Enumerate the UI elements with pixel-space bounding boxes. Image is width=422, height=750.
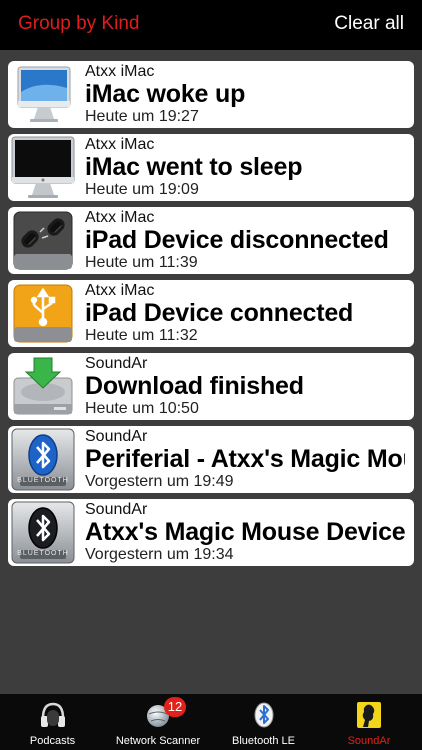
notification-time: Heute um 19:27 (85, 108, 199, 125)
tab-network-scanner[interactable]: 12 Network Scanner (105, 694, 211, 750)
tab-label: SoundAr (347, 735, 391, 747)
icon-caption: BLUETOOTH (17, 477, 69, 484)
notification-time: Heute um 10:50 (85, 400, 199, 417)
notification-item[interactable]: BLUETOOTH SoundAr Periferial - Atxx's Ma… (8, 426, 414, 493)
notification-item[interactable]: Atxx iMac iMac woke up Heute um 19:27 (8, 61, 414, 128)
notification-source: SoundAr (85, 428, 148, 445)
notification-item[interactable]: Atxx iMac iPad Device disconnected Heute… (8, 207, 414, 274)
notification-time: Vorgestern um 19:34 (85, 546, 234, 563)
notification-source: SoundAr (85, 501, 148, 518)
clear-all-button[interactable]: Clear all (334, 13, 404, 35)
headphones-icon (38, 700, 68, 730)
tab-bluetooth-le[interactable]: Bluetooth LE (211, 694, 316, 750)
network-scanner-badge: 12 (164, 697, 186, 717)
bluetooth-icon (249, 700, 279, 730)
notification-source: Atxx iMac (85, 136, 155, 153)
icon-caption: BLUETOOTH (17, 550, 69, 557)
notification-message: Atxx's Magic Mouse Device (85, 518, 405, 546)
notification-source: Atxx iMac (85, 282, 155, 299)
notification-time: Vorgestern um 19:49 (85, 473, 234, 490)
notification-message: iMac woke up (85, 80, 246, 108)
bluetooth-dark-icon: BLUETOOTH (10, 500, 76, 565)
notification-time: Heute um 11:32 (85, 327, 198, 344)
group-by-kind-button[interactable]: Group by Kind (18, 13, 139, 35)
soundar-icon (354, 700, 384, 730)
notification-item[interactable]: BLUETOOTH SoundAr Atxx's Magic Mouse Dev… (8, 499, 414, 566)
notification-time: Heute um 11:39 (85, 254, 198, 271)
top-bar: Group by Kind Clear all (0, 0, 422, 50)
tab-label: Podcasts (29, 735, 76, 747)
notification-source: Atxx iMac (85, 63, 155, 80)
notification-source: Atxx iMac (85, 209, 155, 226)
tab-label: Network Scanner (115, 735, 201, 747)
notification-item[interactable]: Atxx iMac iMac went to sleep Heute um 19… (8, 134, 414, 201)
imac-sleep-icon (10, 135, 76, 200)
notification-list: Atxx iMac iMac woke up Heute um 19:27 At… (8, 61, 414, 572)
tab-label: Bluetooth LE (232, 735, 295, 747)
tab-soundar[interactable]: SoundAr (316, 694, 422, 750)
imac-icon (10, 62, 76, 127)
usb-drive-icon (10, 281, 76, 346)
notification-item[interactable]: Atxx iMac iPad Device connected Heute um… (8, 280, 414, 347)
notification-message: iPad Device disconnected (85, 226, 389, 254)
notification-message: iMac went to sleep (85, 153, 303, 181)
download-drive-icon (10, 354, 76, 419)
tab-bar: Podcasts 12 Network Scanner Bluetooth LE… (0, 694, 422, 750)
bluetooth-blue-icon: BLUETOOTH (10, 427, 76, 492)
notification-message: Periferial - Atxx's Magic Mouse (85, 445, 405, 473)
tab-podcasts[interactable]: Podcasts (0, 694, 105, 750)
notification-message: Download finished (85, 372, 304, 400)
broken-link-drive-icon (10, 208, 76, 273)
notification-message: iPad Device connected (85, 299, 354, 327)
notification-source: SoundAr (85, 355, 148, 372)
notification-time: Heute um 19:09 (85, 181, 199, 198)
notification-item[interactable]: SoundAr Download finished Heute um 10:50 (8, 353, 414, 420)
